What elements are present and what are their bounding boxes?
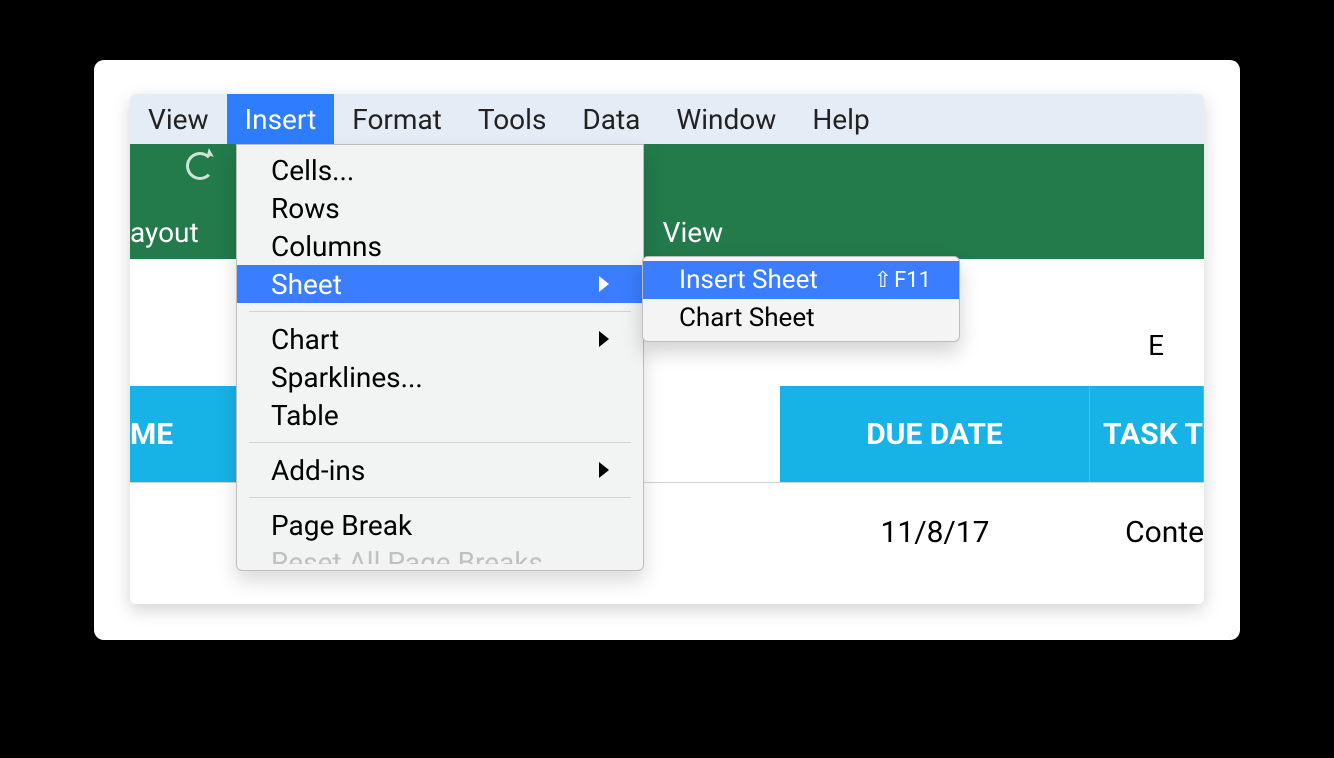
menu-item-cells[interactable]: Cells...: [237, 151, 643, 189]
insert-dropdown: Cells... Rows Columns Sheet Chart Sparkl…: [236, 144, 644, 571]
submenu-arrow-icon: [599, 276, 609, 292]
column-header-e[interactable]: E: [1148, 329, 1164, 362]
submenu-arrow-icon: [599, 331, 609, 347]
sheet-submenu: Insert Sheet ⇧F11 Chart Sheet: [642, 256, 960, 342]
app-window: View Insert Format Tools Data Window Hel…: [130, 94, 1204, 604]
menu-insert[interactable]: Insert: [227, 94, 335, 144]
menu-tools[interactable]: Tools: [460, 94, 565, 144]
menu-help[interactable]: Help: [794, 94, 887, 144]
menu-item-rows[interactable]: Rows: [237, 189, 643, 227]
submenu-item-chart-sheet[interactable]: Chart Sheet: [643, 299, 959, 337]
menu-item-chart[interactable]: Chart: [237, 320, 643, 358]
menu-item-columns[interactable]: Columns: [237, 227, 643, 265]
screenshot-card: View Insert Format Tools Data Window Hel…: [94, 60, 1240, 640]
ribbon-tab-view[interactable]: View: [645, 216, 742, 249]
submenu-item-insert-sheet[interactable]: Insert Sheet ⇧F11: [643, 261, 959, 299]
shortcut-label: ⇧F11: [874, 268, 931, 293]
cell-due-date[interactable]: 11/8/17: [780, 482, 1090, 582]
menu-format[interactable]: Format: [334, 94, 460, 144]
menu-item-sheet[interactable]: Sheet: [237, 265, 643, 303]
menu-window[interactable]: Window: [658, 94, 794, 144]
menu-separator: [249, 311, 631, 312]
menu-item-sparklines[interactable]: Sparklines...: [237, 358, 643, 396]
menubar: View Insert Format Tools Data Window Hel…: [130, 94, 1204, 144]
table-header-due-date[interactable]: DUE DATE: [780, 386, 1090, 482]
menu-item-page-break[interactable]: Page Break: [237, 506, 643, 544]
menu-data[interactable]: Data: [564, 94, 658, 144]
undo-icon[interactable]: [186, 152, 214, 187]
menu-separator: [249, 497, 631, 498]
menu-separator: [249, 442, 631, 443]
table-header-name-partial[interactable]: ME: [130, 386, 240, 482]
menu-item-reset-page-breaks-cut: Reset All Page Breaks: [237, 544, 643, 564]
menu-item-addins[interactable]: Add-ins: [237, 451, 643, 489]
cell-task-partial[interactable]: Conte: [1090, 482, 1204, 582]
menu-item-table[interactable]: Table: [237, 396, 643, 434]
table-header-task-partial[interactable]: TASK T: [1090, 386, 1204, 482]
ribbon-tab-layout-partial[interactable]: ayout: [130, 216, 217, 249]
submenu-arrow-icon: [599, 462, 609, 478]
menu-view[interactable]: View: [130, 94, 227, 144]
